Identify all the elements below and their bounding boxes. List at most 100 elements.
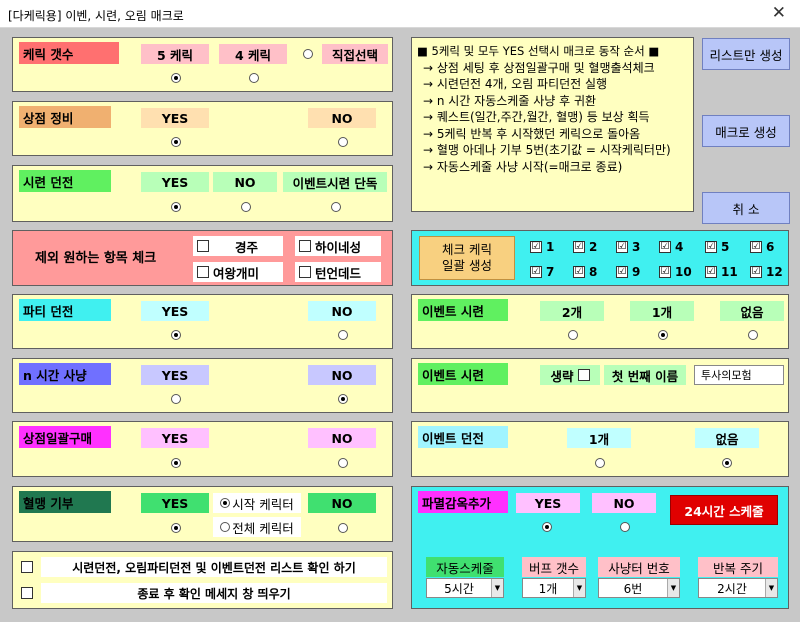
exit-msg-checkbox[interactable] xyxy=(21,587,33,599)
char-9-checkbox[interactable]: ☑ xyxy=(616,266,628,278)
blood-start-char-radio[interactable] xyxy=(220,498,231,508)
blood-all-char-option[interactable]: 전체 케릭터 xyxy=(213,517,301,537)
prison-yes-option[interactable]: YES xyxy=(516,493,580,513)
char-7-checkbox[interactable]: ☑ xyxy=(530,266,542,278)
party-yes-option[interactable]: YES xyxy=(141,301,209,321)
nhour-no-option[interactable]: NO xyxy=(308,365,376,385)
bulk-no-option[interactable]: NO xyxy=(308,428,376,448)
trial-yes-radio[interactable] xyxy=(171,202,181,212)
char-9[interactable]: ☑ 9 xyxy=(616,262,652,282)
char-3-checkbox[interactable]: ☑ xyxy=(616,241,628,253)
char-count-manual-radio[interactable] xyxy=(303,49,313,59)
char-11[interactable]: ☑ 11 xyxy=(705,262,741,282)
nhour-yes-radio[interactable] xyxy=(171,394,181,404)
event-trial-omit-option[interactable]: 생략 xyxy=(540,365,600,385)
list-check-label[interactable]: 시련던전, 오림파티던전 및 이벤트던전 리스트 확인 하기 xyxy=(41,557,387,577)
char-count-4-radio[interactable] xyxy=(249,73,259,83)
blood-no-radio[interactable] xyxy=(338,523,348,533)
char-3[interactable]: ☑ 3 xyxy=(616,237,652,257)
party-no-radio[interactable] xyxy=(338,330,348,340)
char-5[interactable]: ☑ 5 xyxy=(705,237,741,257)
bulk-no-radio[interactable] xyxy=(338,458,348,468)
event-dungeon-1-radio[interactable] xyxy=(595,458,605,468)
char-1-checkbox[interactable]: ☑ xyxy=(530,241,542,253)
event-trial-2-radio[interactable] xyxy=(568,330,578,340)
char-count-5-option[interactable]: 5 케릭 xyxy=(141,44,209,64)
party-yes-radio[interactable] xyxy=(171,330,181,340)
exclude-race-checkbox[interactable] xyxy=(197,240,209,252)
event-trial-omit-checkbox[interactable] xyxy=(577,369,590,381)
bulk-yes-radio[interactable] xyxy=(171,458,181,468)
store-no-option[interactable]: NO xyxy=(308,108,376,128)
store-yes-radio[interactable] xyxy=(171,137,181,147)
event-dungeon-none-option[interactable]: 없음 xyxy=(695,428,759,448)
exclude-queen-ant-checkbox[interactable] xyxy=(197,266,209,278)
char-11-checkbox[interactable]: ☑ xyxy=(705,266,717,278)
exclude-heine-checkbox[interactable] xyxy=(299,240,311,252)
event-trial-1-radio[interactable] xyxy=(658,330,668,340)
blood-yes-radio[interactable] xyxy=(171,523,181,533)
char-1[interactable]: ☑ 1 xyxy=(530,237,566,257)
char-2-checkbox[interactable]: ☑ xyxy=(573,241,585,253)
macro-create-button[interactable]: 매크로 생성 xyxy=(702,115,790,147)
nhour-no-radio[interactable] xyxy=(338,394,348,404)
exclude-item-race[interactable]: 경주 xyxy=(193,236,283,256)
prison-yes-radio[interactable] xyxy=(542,522,552,532)
char-6[interactable]: ☑ 6 xyxy=(750,237,786,257)
exclude-turn-undead-checkbox[interactable] xyxy=(299,266,311,278)
chevron-down-icon[interactable]: ▼ xyxy=(765,579,777,597)
char-8[interactable]: ☑ 8 xyxy=(573,262,609,282)
store-yes-option[interactable]: YES xyxy=(141,108,209,128)
char-count-5-radio[interactable] xyxy=(171,73,181,83)
store-no-radio[interactable] xyxy=(338,137,348,147)
schedule-24h-button[interactable]: 24시간 스케줄 xyxy=(670,495,778,525)
exclude-item-queen-ant[interactable]: 여왕개미 xyxy=(193,262,283,282)
char-5-checkbox[interactable]: ☑ xyxy=(705,241,717,253)
bulk-yes-option[interactable]: YES xyxy=(141,428,209,448)
trial-yes-option[interactable]: YES xyxy=(141,172,209,192)
chevron-down-icon[interactable]: ▼ xyxy=(573,579,585,597)
event-dungeon-1-option[interactable]: 1개 xyxy=(567,428,631,448)
cancel-button[interactable]: 취 소 xyxy=(702,192,790,224)
char-7[interactable]: ☑ 7 xyxy=(530,262,566,282)
event-trial-2-option[interactable]: 2개 xyxy=(540,301,604,321)
trial-event-only-radio[interactable] xyxy=(331,202,341,212)
exclude-item-turn-undead[interactable]: 턴언데드 xyxy=(295,262,381,282)
close-icon[interactable]: ✕ xyxy=(772,3,786,23)
chevron-down-icon[interactable]: ▼ xyxy=(491,579,503,597)
char-6-checkbox[interactable]: ☑ xyxy=(750,241,762,253)
trial-no-option[interactable]: NO xyxy=(213,172,277,192)
auto-schedule-select[interactable]: 5시간 ▼ xyxy=(426,578,504,598)
char-count-4-option[interactable]: 4 케릭 xyxy=(219,44,287,64)
char-4[interactable]: ☑ 4 xyxy=(659,237,695,257)
trial-event-only-option[interactable]: 이벤트시련 단독 xyxy=(283,172,387,192)
char-12-checkbox[interactable]: ☑ xyxy=(750,266,762,278)
nhour-yes-option[interactable]: YES xyxy=(141,365,209,385)
prison-no-option[interactable]: NO xyxy=(592,493,656,513)
hunter-number-select[interactable]: 6번 ▼ xyxy=(598,578,680,598)
blood-no-option[interactable]: NO xyxy=(308,493,376,513)
blood-start-char-option[interactable]: 시작 케릭터 xyxy=(213,493,301,513)
list-check-checkbox[interactable] xyxy=(21,561,33,573)
event-trial-1-option[interactable]: 1개 xyxy=(630,301,694,321)
check-chars-create-button[interactable]: 체크 케릭 일괄 생성 xyxy=(419,236,515,280)
repeat-cycle-select[interactable]: 2시간 ▼ xyxy=(698,578,778,598)
buff-count-select[interactable]: 1개 ▼ xyxy=(522,578,586,598)
event-trial-none-radio[interactable] xyxy=(748,330,758,340)
exclude-item-heine[interactable]: 하이네성 xyxy=(295,236,381,256)
list-only-button[interactable]: 리스트만 생성 xyxy=(702,38,790,70)
char-count-manual-option[interactable]: 직접선택 xyxy=(322,44,388,64)
char-8-checkbox[interactable]: ☑ xyxy=(573,266,585,278)
prison-no-radio[interactable] xyxy=(620,522,630,532)
chevron-down-icon[interactable]: ▼ xyxy=(667,579,679,597)
char-10-checkbox[interactable]: ☑ xyxy=(659,266,671,278)
event-trial-name-input[interactable]: 투사의모험 xyxy=(694,365,784,385)
char-10[interactable]: ☑ 10 xyxy=(659,262,695,282)
event-dungeon-none-radio[interactable] xyxy=(722,458,732,468)
trial-no-radio[interactable] xyxy=(241,202,251,212)
char-2[interactable]: ☑ 2 xyxy=(573,237,609,257)
char-12[interactable]: ☑ 12 xyxy=(750,262,786,282)
party-no-option[interactable]: NO xyxy=(308,301,376,321)
blood-yes-option[interactable]: YES xyxy=(141,493,209,513)
event-trial-none-option[interactable]: 없음 xyxy=(720,301,784,321)
